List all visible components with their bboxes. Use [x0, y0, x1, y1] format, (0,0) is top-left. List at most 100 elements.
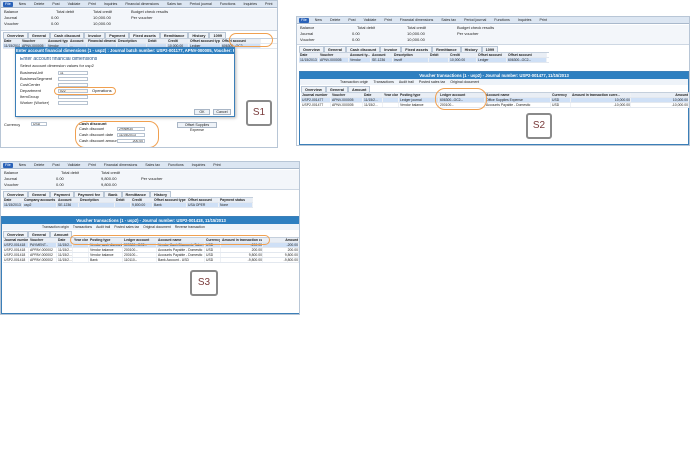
s3-v2-amount: 9,800.00 [263, 253, 299, 257]
s2-new-button[interactable]: New [313, 18, 324, 23]
s2-col-voucher: Voucher [319, 53, 349, 57]
s1-voucher-credit: 10,000.00 [93, 22, 111, 26]
s3-voucher-debit: 0.00 [56, 183, 64, 187]
s2-v1-posting-type: Vendor balance [399, 103, 439, 107]
s3-total-debit-label: Total debit [61, 171, 80, 175]
s3-audit-trail-button[interactable]: Audit trail [96, 224, 110, 230]
s3-post-button[interactable]: Post [50, 163, 61, 168]
s1-file-menu[interactable]: File [3, 1, 13, 7]
s2-vcol-posting-type: Posting type [399, 93, 439, 97]
s3-cell-description [79, 203, 115, 207]
s2-transactions-button[interactable]: Transactions [373, 79, 393, 85]
s1-col-account-type: Account type [47, 39, 69, 43]
s1-post-button[interactable]: Post [50, 2, 61, 7]
s1-inquiries-button-2[interactable]: Inquiries [241, 2, 259, 7]
s2-col-credit: Credit [449, 53, 477, 57]
s3-v2-ledger-account: 200100-- [123, 253, 157, 257]
s3-cell-offset-account: USA OPER [187, 203, 219, 207]
s1-validate-button[interactable]: Validate [66, 2, 83, 7]
s1-financial-dimensions-button[interactable]: Financial dimensions [123, 2, 161, 7]
s2-post-button[interactable]: Post [346, 18, 357, 23]
s3-transactions-button[interactable]: Transactions [73, 224, 92, 230]
s3-financial-dimensions-button[interactable]: Financial dimensions [102, 163, 140, 168]
s2-validate-button[interactable]: Validate [362, 18, 379, 23]
s2-voucher-row[interactable]: USP2-001477 APNV-000005 11/15/2... Vendo… [301, 103, 689, 108]
s2-file-menu[interactable]: File [299, 17, 309, 23]
s1-offset-supplies-button[interactable]: Offset Supplies Expense [177, 122, 217, 132]
s2-v0-account-name: Office Supplies Expense [485, 98, 551, 102]
s1-inquiries-button[interactable]: Inquiries [102, 2, 120, 7]
s2-ledger-account-highlight [435, 88, 487, 110]
s2-v0-currency: USD [551, 98, 571, 102]
s2-original-document-button[interactable]: Original document [450, 79, 479, 85]
s1-new-button[interactable]: New [17, 2, 28, 7]
s2-col-offset-type: Offset account [477, 53, 507, 57]
s3-voucher-title: Voucher transactions (1 - usp2) - Journa… [2, 217, 299, 224]
s1-screen: File New Delete Post Validate Print Inqu… [0, 0, 278, 148]
s2-period-journal-button[interactable]: Period journal [462, 18, 488, 23]
s1-voucher-debit: 0.00 [51, 22, 59, 26]
s2-cell-account-type: Vendor [349, 58, 371, 62]
s2-audit-trail-button[interactable]: Audit trail [399, 79, 414, 85]
s2-financial-dimensions-button[interactable]: Financial dimensions [398, 18, 436, 23]
s1-print-button-2[interactable]: Print [263, 2, 274, 7]
s3-grid-row[interactable]: 11/15/2013 usp2 SE-1236 9,800.00 Bank US… [3, 203, 253, 208]
s1-balance-label: Balance [4, 10, 19, 14]
s3-delete-button[interactable]: Delete [32, 163, 46, 168]
s3-reverse-transaction-button[interactable]: Reverse transaction [175, 224, 205, 230]
s3-col-account: Account [57, 198, 79, 202]
s2-posted-sales-tax-button[interactable]: Posted sales tax [419, 79, 445, 85]
s1-journal-credit: 10,000.00 [93, 16, 111, 20]
s1-print-button[interactable]: Print [86, 2, 97, 7]
s1-currency-field[interactable]: USD [31, 122, 47, 126]
s1-dim-field-business-unit[interactable]: 11 [58, 71, 88, 75]
s2-balance-label: Balance [300, 26, 315, 30]
s3-print-button[interactable]: Print [86, 163, 97, 168]
s3-v2-posting-type: Vendor balance [89, 253, 123, 257]
s1-dialog-cancel-button[interactable]: Cancel [213, 109, 231, 115]
s3-sales-tax-button[interactable]: Sales tax [143, 163, 162, 168]
s1-dialog-ok-button[interactable]: OK [194, 109, 210, 115]
s2-voucher-credit: 10,000.00 [407, 38, 425, 42]
s3-v1-amount-trans: 200.00 [221, 248, 263, 252]
s1-dim-field-worker[interactable] [58, 101, 88, 105]
s2-col-debit: Debit [429, 53, 449, 57]
s2-v0-amount: 10,000.00 [631, 98, 689, 102]
s2-sales-tax-button[interactable]: Sales tax [439, 18, 458, 23]
s3-col-company: Company accounts [23, 198, 57, 202]
s3-functions-button[interactable]: Functions [166, 163, 186, 168]
s2-delete-button[interactable]: Delete [328, 18, 342, 23]
s3-v3-year-closed [73, 258, 89, 262]
s3-v0-voucher: PAYMENT... [29, 243, 57, 247]
s3-print-button-2[interactable]: Print [211, 163, 222, 168]
s3-file-menu[interactable]: File [3, 162, 13, 168]
s2-grid-row[interactable]: 11/15/2013 APNV-000005 Vendor SE-1236 in… [299, 58, 549, 63]
s1-dimension-dialog: Enter account financial dimensions (1 - … [15, 47, 235, 117]
s3-new-button[interactable]: New [17, 163, 28, 168]
s2-vcol-currency: Currency [551, 93, 571, 97]
s1-functions-button[interactable]: Functions [218, 2, 238, 7]
s3-voucher-row[interactable]: USP2-001418 APPAY-000002 11/15/2... Bank… [3, 258, 299, 263]
s3-vcol-journal: Journal number [3, 238, 29, 242]
s1-period-journal-button[interactable]: Period journal [188, 2, 214, 7]
s1-dim-field-item-group[interactable] [58, 95, 88, 99]
s2-print-button[interactable]: Print [382, 18, 393, 23]
s1-dim-field-business-segment[interactable] [58, 77, 88, 81]
s3-v1-ledger-account: 200100-- [123, 248, 157, 252]
s3-cell-debit [115, 203, 131, 207]
s3-original-document-button[interactable]: Original document [143, 224, 171, 230]
s2-v1-account-name: Accounts Payable - Domestic [485, 103, 551, 107]
s1-dim-label-cost-center: CostCenter [20, 83, 41, 87]
s3-transaction-origin-button[interactable]: Transaction origin [42, 224, 69, 230]
s1-sales-tax-button[interactable]: Sales tax [165, 2, 184, 7]
s3-posted-sales-tax-button[interactable]: Posted sales tax [114, 224, 139, 230]
s2-inquiries-button[interactable]: Inquiries [516, 18, 534, 23]
s2-transaction-origin-button[interactable]: Transaction origin [340, 79, 368, 85]
s3-v3-date: 11/15/2... [58, 258, 73, 262]
s1-delete-button[interactable]: Delete [32, 2, 46, 7]
s2-functions-button[interactable]: Functions [492, 18, 512, 23]
s2-print-button-2[interactable]: Print [537, 18, 548, 23]
s3-validate-button[interactable]: Validate [66, 163, 83, 168]
s3-cell-company: usp2 [23, 203, 57, 207]
s3-inquiries-button[interactable]: Inquiries [190, 163, 208, 168]
